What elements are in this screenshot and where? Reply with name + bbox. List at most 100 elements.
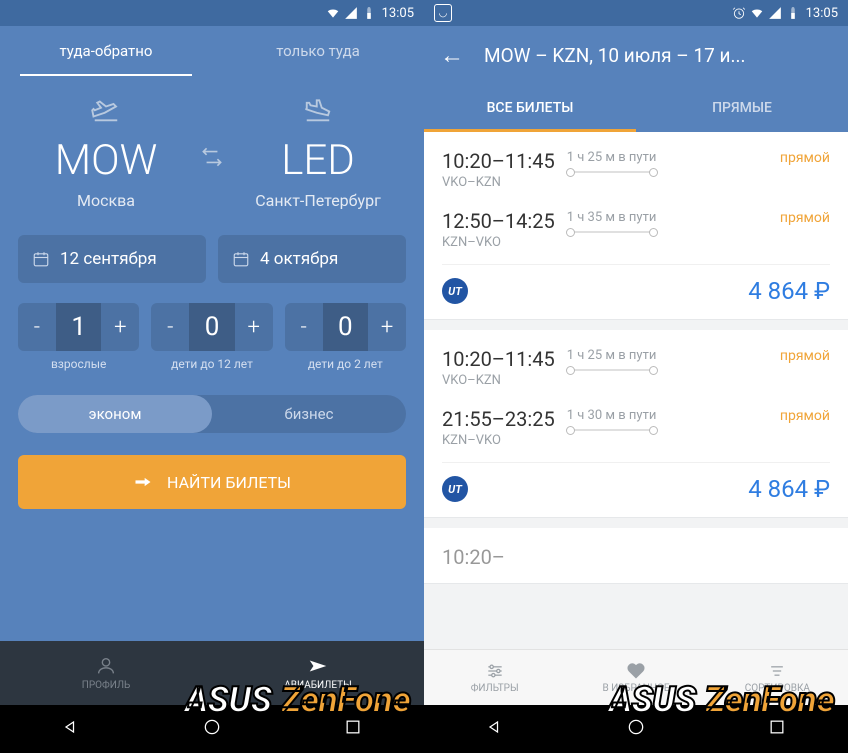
- plane-icon: [133, 472, 153, 492]
- header: ← MOW – KZN, 10 июля – 17 и...: [424, 26, 848, 84]
- back-arrow[interactable]: ←: [440, 41, 464, 70]
- results-list[interactable]: 10:20–11:45 VKO–KZN 1 ч 25 м в пути прям…: [424, 132, 848, 649]
- business-option[interactable]: бизнес: [212, 395, 406, 433]
- direct-badge: прямой: [780, 408, 830, 424]
- direct-badge: прямой: [780, 348, 830, 364]
- back-button[interactable]: [61, 717, 81, 741]
- wifi-icon: [326, 6, 340, 20]
- leg-route: VKO–KZN: [442, 373, 555, 388]
- leg-route: KZN–VKO: [442, 433, 555, 448]
- children-value: 0: [189, 303, 235, 351]
- outbound-leg: 10:20–11:45 VKO–KZN 1 ч 25 м в пути прям…: [442, 342, 830, 402]
- clock: 13:05: [382, 6, 414, 21]
- children-label: дети до 12 лет: [151, 357, 272, 371]
- return-leg: 21:55–23:25 KZN–VKO 1 ч 30 м в пути прям…: [442, 402, 830, 462]
- nav-tickets-label: АВИАБИЛЕТЫ: [284, 680, 352, 691]
- passenger-counts: - 1 + взрослые - 0 + дети до 12 лет - 0: [0, 283, 424, 377]
- flight-card[interactable]: 10:20–11:45 VKO–KZN 1 ч 25 м в пути прям…: [424, 330, 848, 518]
- departure-icon: [91, 94, 121, 124]
- infants-minus[interactable]: -: [285, 315, 323, 340]
- adults-minus[interactable]: -: [18, 315, 56, 340]
- tab-oneway[interactable]: только туда: [212, 26, 424, 76]
- direct-badge: прямой: [780, 210, 830, 226]
- adults-value: 1: [56, 303, 102, 351]
- leg-route: VKO–KZN: [442, 175, 555, 190]
- favorite-button[interactable]: В ИЗБРАННОЕ: [565, 650, 706, 705]
- calendar-icon: [232, 250, 250, 268]
- children-minus[interactable]: -: [151, 315, 189, 340]
- leg-progress: [567, 369, 657, 371]
- return-date[interactable]: 4 октября: [218, 235, 406, 283]
- filters-icon: [485, 661, 505, 681]
- airport-selector: MOW Москва LED Санкт-Петербург: [0, 76, 424, 235]
- back-button[interactable]: [485, 717, 505, 741]
- swap-icon: [199, 144, 225, 170]
- adults-stepper: - 1 +: [18, 303, 139, 351]
- notification-icon: ◡: [434, 4, 452, 22]
- heart-icon: [626, 661, 646, 681]
- leg-progress: [567, 429, 657, 431]
- nav-profile-label: ПРОФИЛЬ: [82, 680, 131, 691]
- leg-route: KZN–VKO: [442, 235, 555, 250]
- origin-city: Москва: [20, 191, 192, 210]
- leg-times: 21:55–23:25: [442, 408, 555, 431]
- destination-code: LED: [232, 136, 404, 185]
- recents-button[interactable]: [343, 717, 363, 741]
- destination-city: Санкт-Петербург: [232, 191, 404, 210]
- status-bar: 13:05: [0, 0, 424, 26]
- children-stepper: - 0 +: [151, 303, 272, 351]
- origin-airport[interactable]: MOW Москва: [20, 94, 192, 210]
- battery-icon: [362, 6, 376, 20]
- return-leg: 12:50–14:25 KZN–VKO 1 ч 35 м в пути прям…: [442, 204, 830, 264]
- destination-airport[interactable]: LED Санкт-Петербург: [232, 94, 404, 210]
- economy-option[interactable]: эконом: [18, 395, 212, 433]
- direct-badge: прямой: [780, 150, 830, 166]
- sort-icon: [767, 661, 787, 681]
- leg-times: 10:20–11:45: [442, 150, 555, 173]
- favorite-label: В ИЗБРАННОЕ: [602, 683, 669, 694]
- result-tabs: ВСЕ БИЛЕТЫ ПРЯМЫЕ: [424, 84, 848, 132]
- signal-icon: [768, 6, 782, 20]
- infants-value: 0: [323, 303, 369, 351]
- nav-profile[interactable]: ПРОФИЛЬ: [0, 641, 212, 705]
- flight-card[interactable]: 10:20–11:45 VKO–KZN 1 ч 25 м в пути прям…: [424, 132, 848, 320]
- search-button[interactable]: НАЙТИ БИЛЕТЫ: [18, 455, 406, 509]
- battery-icon: [786, 6, 800, 20]
- home-button[interactable]: [202, 717, 222, 741]
- return-date-label: 4 октября: [260, 249, 338, 269]
- date-pickers: 12 сентября 4 октября: [0, 235, 424, 283]
- children-plus[interactable]: +: [235, 315, 273, 340]
- nav-tickets[interactable]: АВИАБИЛЕТЫ: [212, 641, 424, 705]
- header-title: MOW – KZN, 10 июля – 17 и...: [484, 44, 746, 67]
- flight-card-partial[interactable]: 10:20–: [424, 528, 848, 584]
- outbound-leg: 10:20–11:45 VKO–KZN 1 ч 25 м в пути прям…: [442, 144, 830, 204]
- recents-button[interactable]: [767, 717, 787, 741]
- android-navbar: [0, 705, 424, 753]
- search-button-label: НАЙТИ БИЛЕТЫ: [167, 473, 291, 492]
- filters-button[interactable]: ФИЛЬТРЫ: [424, 650, 565, 705]
- tab-all-tickets[interactable]: ВСЕ БИЛЕТЫ: [424, 84, 636, 132]
- sort-label: СОРТИРОВКА: [745, 683, 810, 694]
- calendar-icon: [32, 250, 50, 268]
- depart-date[interactable]: 12 сентября: [18, 235, 206, 283]
- search-screen: 13:05 туда-обратно только туда MOW Москв…: [0, 0, 424, 753]
- filters-label: ФИЛЬТРЫ: [471, 683, 519, 694]
- tab-roundtrip[interactable]: туда-обратно: [0, 26, 212, 76]
- results-screen: ◡ 13:05 ← MOW – KZN, 10 июля – 17 и... В…: [424, 0, 848, 753]
- price: 4 864 ₽: [748, 475, 830, 503]
- infants-plus[interactable]: +: [368, 315, 406, 340]
- tickets-icon: [307, 655, 329, 677]
- sort-button[interactable]: СОРТИРОВКА: [707, 650, 848, 705]
- tab-direct[interactable]: ПРЯМЫЕ: [636, 84, 848, 132]
- bottom-nav: ПРОФИЛЬ АВИАБИЛЕТЫ: [0, 641, 424, 705]
- leg-progress: [567, 231, 657, 233]
- leg-duration: 1 ч 25 м в пути: [567, 348, 768, 363]
- home-button[interactable]: [626, 717, 646, 741]
- airline-logo: UT: [442, 476, 468, 502]
- swap-button[interactable]: [192, 144, 232, 170]
- price: 4 864 ₽: [748, 277, 830, 305]
- infants-stepper: - 0 +: [285, 303, 406, 351]
- results-toolbar: ФИЛЬТРЫ В ИЗБРАННОЕ СОРТИРОВКА: [424, 649, 848, 705]
- alarm-icon: [732, 6, 746, 20]
- adults-plus[interactable]: +: [101, 315, 139, 340]
